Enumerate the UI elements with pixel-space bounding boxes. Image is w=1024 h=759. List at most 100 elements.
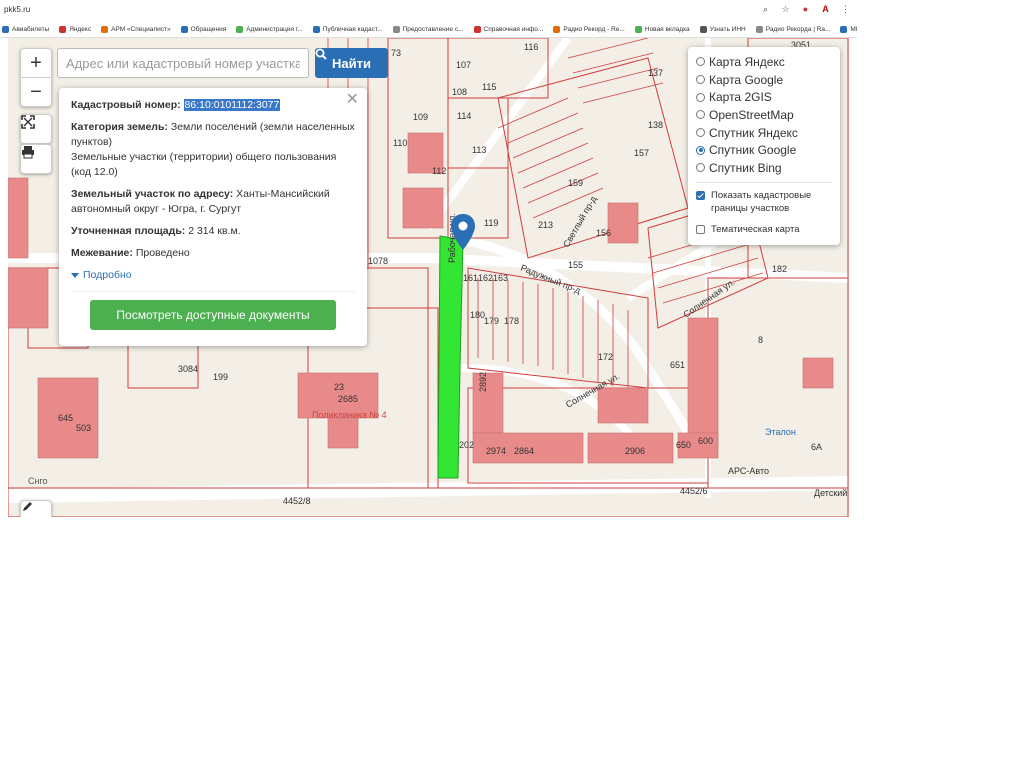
close-icon[interactable]: ✕ (346, 92, 359, 108)
search-input[interactable] (57, 48, 309, 78)
layer-option[interactable]: OpenStreetMap (696, 106, 832, 124)
bookmark-favicon-icon (699, 26, 707, 33)
bookmark-item[interactable]: Новая вкладка (634, 26, 690, 33)
area-label: Уточненная площадь: (71, 225, 186, 237)
address-label: Земельный участок по адресу: (71, 188, 234, 200)
layer-option-label: Карта Google (709, 72, 784, 87)
svg-text:138: 138 (648, 120, 663, 130)
svg-text:2906: 2906 (625, 446, 645, 456)
bookmark-item[interactable]: АРМ «Специалист» (101, 26, 171, 33)
zoom-in-button[interactable]: + (21, 49, 51, 77)
star-icon[interactable]: ☆ (780, 4, 791, 15)
layer-option[interactable]: Спутник Яндекс (696, 124, 832, 142)
layer-option-label: OpenStreetMap (709, 107, 794, 122)
print-button[interactable] (20, 144, 52, 174)
menu-icon[interactable]: ⋮ (840, 4, 851, 15)
svg-text:73: 73 (391, 48, 401, 58)
radio-button[interactable] (696, 163, 705, 173)
zoom-out-button[interactable]: − (21, 77, 51, 106)
svg-text:178: 178 (504, 316, 519, 326)
pencil-icon (23, 502, 32, 511)
checkbox[interactable] (696, 224, 705, 234)
address-bar[interactable]: pkk5.ru ⌕ ☆ ● A ⋮ (0, 0, 857, 23)
layer-option[interactable]: Карта Google (696, 71, 832, 89)
pdf-icon[interactable]: A (820, 4, 831, 15)
area-row: Уточненная площадь: 2 314 кв.м. (71, 224, 355, 239)
svg-text:113: 113 (472, 145, 486, 155)
details-link[interactable]: Подробно (71, 268, 355, 283)
bookmark-item[interactable]: Администрация г... (236, 26, 303, 33)
view-documents-button[interactable]: Посмотреть доступные документы (90, 300, 336, 330)
draw-tool-button[interactable] (20, 500, 52, 517)
bookmark-favicon-icon (392, 26, 400, 33)
svg-text:137: 137 (648, 68, 663, 78)
bookmark-item[interactable]: Узнать ИНН (699, 26, 746, 33)
search-icon (315, 48, 327, 60)
address-bar-icons: ⌕ ☆ ● A ⋮ (760, 4, 851, 15)
divider (71, 291, 355, 292)
svg-text:1078: 1078 (368, 256, 388, 266)
svg-text:8: 8 (758, 335, 763, 345)
bookmark-item[interactable]: Справочная инфо... (473, 26, 543, 33)
browser-window: pkk5.ru ⌕ ☆ ● A ⋮ Авиабилеты Яндекс АРМ «С… (0, 0, 857, 517)
find-button[interactable]: Найти (315, 48, 388, 78)
layer-option-label: Карта Яндекс (709, 54, 785, 69)
bookmark-item[interactable]: Радио Рекорд - Re... (553, 26, 625, 33)
layer-checkbox[interactable]: Тематическая карта (696, 223, 832, 236)
checkbox[interactable] (696, 190, 705, 200)
radio-button[interactable] (696, 128, 705, 138)
chevron-down-icon (71, 273, 79, 278)
bookmark-item[interactable]: Яндекс (59, 26, 91, 33)
radio-button[interactable] (696, 110, 705, 120)
map-view[interactable]: 23 2685 Поликлиника № 4 2892 2974 2864 2… (8, 38, 849, 517)
bookmark-favicon-icon (553, 26, 561, 33)
svg-text:161: 161 (463, 273, 478, 283)
radio-button[interactable] (696, 145, 705, 155)
svg-text:Детский: Детский (814, 488, 847, 498)
radio-button[interactable] (696, 75, 705, 85)
layer-option[interactable]: Карта Яндекс (696, 53, 832, 71)
layer-option[interactable]: Карта 2GIS (696, 88, 832, 106)
bookmark-item[interactable]: Предоставление с... (392, 26, 464, 33)
layer-option[interactable]: Спутник Bing (696, 159, 832, 177)
radio-button[interactable] (696, 57, 705, 67)
cadastral-value[interactable]: 86:10:0101112:3077 (183, 99, 281, 111)
bookmark-label: Радио Рекорда | Ra... (765, 26, 831, 33)
bookmark-item[interactable]: Радио Рекорда | Ra... (755, 26, 831, 33)
svg-text:199: 199 (213, 372, 228, 382)
bookmark-label: Новая вкладка (644, 26, 690, 33)
svg-text:114: 114 (457, 111, 471, 121)
address-row: Земельный участок по адресу: Ханты-Манси… (71, 187, 355, 217)
svg-text:156: 156 (596, 228, 611, 238)
radio-button[interactable] (696, 92, 705, 102)
fullscreen-button[interactable] (20, 114, 52, 144)
bookmark-label: Администрация г... (246, 26, 303, 33)
zoom-icon[interactable]: ⌕ (760, 4, 771, 15)
layer-option-label: Спутник Bing (709, 160, 782, 175)
svg-text:179: 179 (484, 316, 499, 326)
extension-icon[interactable]: ● (800, 4, 811, 15)
svg-text:3084: 3084 (178, 364, 198, 374)
layer-checkboxes: Показать кадастровые границы участков Тем… (696, 189, 832, 236)
bookmark-item[interactable]: Обращения (180, 26, 226, 33)
bookmark-item[interactable]: МГИС (840, 26, 857, 33)
cadastral-label: Кадастровый номер: (71, 99, 181, 111)
layer-checkbox[interactable]: Показать кадастровые границы участков (696, 189, 832, 215)
svg-text:107: 107 (456, 60, 471, 70)
bookmark-label: Узнать ИНН (709, 26, 746, 33)
survey-row: Межевание: Проведено (71, 246, 355, 261)
svg-text:180: 180 (470, 310, 485, 320)
svg-text:110: 110 (393, 138, 407, 148)
layer-checkbox-label: Показать кадастровые границы участков (711, 189, 812, 214)
bookmarks-bar: Авиабилеты Яндекс АРМ «Специалист» Обращени… (0, 22, 857, 38)
bookmark-item[interactable]: Публичная кадаст... (312, 26, 383, 33)
url-text[interactable]: pkk5.ru (4, 5, 30, 14)
parcel-info-popup: ✕ Кадастровый номер: 86:10:0101112:3077 … (59, 88, 367, 346)
svg-text:163: 163 (493, 273, 508, 283)
svg-text:2974: 2974 (486, 446, 506, 456)
layer-options: Карта Яндекс Карта Google Карта 2GIS OpenSt… (696, 53, 832, 177)
layer-option[interactable]: Спутник Google (696, 141, 832, 159)
layer-checkbox-label: Тематическая карта (711, 223, 800, 235)
svg-text:АРС-Авто: АРС-Авто (728, 466, 769, 476)
bookmark-item[interactable]: Авиабилеты (2, 26, 49, 33)
